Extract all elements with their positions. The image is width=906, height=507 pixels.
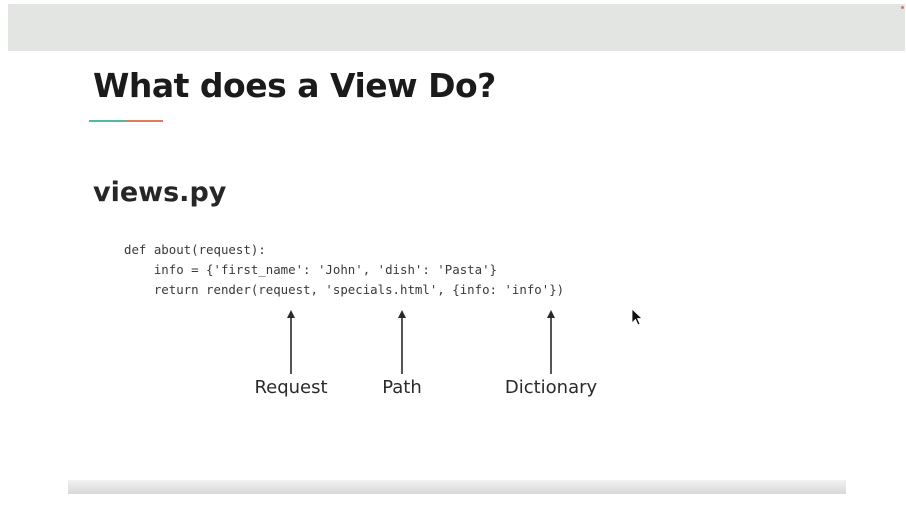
annotation-label-request: Request <box>254 377 328 398</box>
title-underline-accent <box>89 120 163 122</box>
code-line: info = {'first_name': 'John', 'dish': 'P… <box>124 262 497 277</box>
presentation-slide: What does a View Do? views.py def about(… <box>0 0 906 507</box>
up-arrow-icon <box>547 310 555 374</box>
mouse-pointer-icon <box>631 308 643 326</box>
file-name-heading: views.py <box>93 177 227 208</box>
annotation-label-path: Path <box>382 377 422 398</box>
window-indicator-dot <box>901 6 904 9</box>
code-line: return render(request, 'specials.html', … <box>124 282 565 297</box>
code-line: def about(request): <box>124 242 266 257</box>
up-arrow-icon <box>287 310 295 374</box>
annotation-label-dictionary: Dictionary <box>504 377 598 398</box>
slide-title: What does a View Do? <box>93 66 496 105</box>
up-arrow-icon <box>398 310 406 374</box>
code-block: def about(request): info = {'first_name'… <box>124 240 564 300</box>
top-toolbar-bar <box>8 4 905 51</box>
bottom-toolbar-bar <box>68 480 846 494</box>
